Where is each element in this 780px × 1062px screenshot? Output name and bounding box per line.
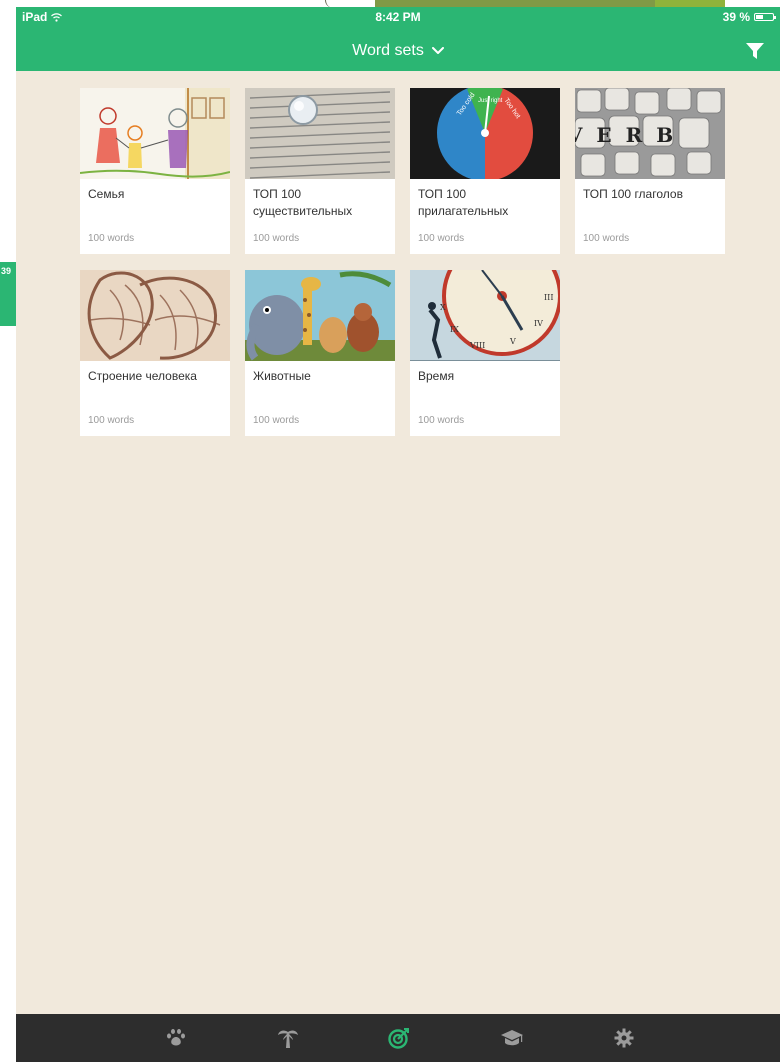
card-title: Время (418, 369, 455, 383)
word-set-card[interactable]: Too cold Just right Too hot ТОП 100 прил… (410, 88, 560, 254)
card-word-count: 100 words (418, 415, 465, 426)
svg-text:IV: IV (534, 319, 543, 328)
word-set-card[interactable]: VERB ТОП 100 глаголов 100 words (575, 88, 725, 254)
letter-tiles-image: VERB (575, 88, 725, 179)
page-title: Word sets (352, 42, 424, 59)
target-icon (388, 1028, 409, 1049)
svg-text:V: V (509, 337, 516, 346)
filter-icon[interactable] (744, 40, 766, 62)
card-word-count: 100 words (253, 415, 300, 426)
word-set-card[interactable]: Семья 100 words (80, 88, 230, 254)
dial-label-right: Just right (478, 98, 503, 104)
status-time: 8:42 PM (375, 10, 421, 24)
card-word-count: 100 words (253, 233, 300, 244)
paw-icon (167, 1029, 185, 1046)
family-drawing-image (80, 88, 230, 179)
card-word-count: 100 words (583, 233, 630, 244)
word-set-card[interactable]: X IX VIII III IV V Время 100 words (410, 270, 560, 436)
tab-palm[interactable] (274, 1024, 302, 1052)
cartoon-animals-image (245, 270, 395, 361)
status-bar: iPad 8:42 PM 39 % (16, 7, 780, 27)
anatomy-map-image (80, 270, 230, 361)
card-title: Семья (88, 187, 125, 201)
tab-settings[interactable] (610, 1024, 638, 1052)
palm-tree-icon (278, 1030, 298, 1048)
card-word-count: 100 words (88, 415, 135, 426)
card-word-count: 100 words (418, 233, 465, 244)
word-set-card[interactable]: Строение человека 100 words (80, 270, 230, 436)
card-word-count: 100 words (88, 233, 135, 244)
card-title: ТОП 100 глаголов (583, 187, 683, 201)
app-window: iPad 8:42 PM 39 % Word sets Семья 100 wo… (16, 7, 780, 1062)
svg-text:III: III (544, 293, 553, 302)
tiles-word: VERB (575, 123, 687, 147)
battery-icon (754, 13, 776, 21)
card-title: Строение человека (88, 369, 197, 383)
chevron-down-icon (431, 47, 444, 54)
dictionary-magnifier-image (245, 88, 395, 179)
tab-target[interactable] (384, 1024, 412, 1052)
bottom-tab-bar (16, 1014, 780, 1062)
header: iPad 8:42 PM 39 % Word sets (16, 7, 780, 71)
word-set-card[interactable]: Животные 100 words (245, 270, 395, 436)
card-title: ТОП 100 существительных (253, 187, 353, 218)
svg-text:VIII: VIII (469, 341, 485, 350)
graduation-cap-icon (501, 1030, 523, 1046)
battery-percent: 39 % (722, 10, 750, 24)
svg-text:X: X (440, 303, 446, 312)
tab-learning[interactable] (498, 1024, 526, 1052)
side-badge: 39 (0, 262, 16, 326)
word-sets-dropdown[interactable]: Word sets (16, 37, 780, 65)
word-set-card[interactable]: ТОП 100 существительных 100 words (245, 88, 395, 254)
clock-climber-image: X IX VIII III IV V (410, 270, 560, 361)
svg-text:IX: IX (450, 325, 459, 334)
card-title: ТОП 100 прилагательных (418, 187, 509, 218)
temperature-dial-image: Too cold Just right Too hot (410, 88, 560, 179)
gear-icon (614, 1028, 634, 1048)
tab-paw[interactable] (162, 1024, 190, 1052)
card-title: Животные (253, 369, 311, 383)
left-edge (0, 0, 16, 1062)
